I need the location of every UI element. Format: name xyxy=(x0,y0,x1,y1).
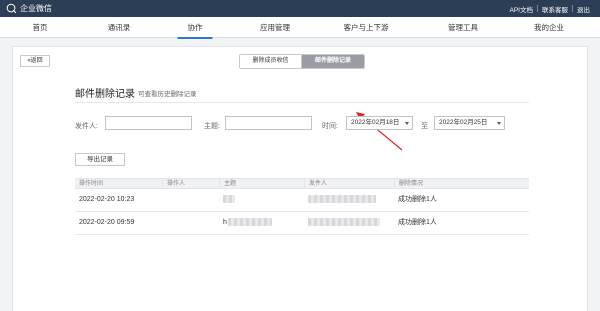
cell-time: 2022-02-20 09:59 xyxy=(79,219,135,226)
brand-name: 企业微信 xyxy=(20,4,52,13)
page-subtitle: 可查看历史删除记录 xyxy=(138,91,197,98)
subject-label: 主题: xyxy=(204,123,220,130)
column-header-sender: 发件人 xyxy=(304,179,394,189)
deletion-records-table: 操作时间 操作人 主题 发件人 删除情况 2022-02-20 10:23 成功… xyxy=(75,178,529,235)
redacted-subject xyxy=(227,218,272,227)
nav-item-contacts[interactable]: 通讯录 xyxy=(108,17,131,38)
content-card: «返回 删除成员收信 邮件删除记录 邮件删除记录 可查看历史删除记录 发件人: … xyxy=(12,46,588,311)
back-button[interactable]: «返回 xyxy=(20,55,50,67)
column-header-time: 操作时间 xyxy=(79,181,104,187)
nav-item-home[interactable]: 首页 xyxy=(33,17,48,38)
cell-status: 成功删除1人 xyxy=(398,219,437,226)
table-header: 操作时间 操作人 主题 发件人 删除情况 xyxy=(75,178,529,189)
api-docs-link[interactable]: API文档 xyxy=(506,4,537,14)
column-header-subject: 主题 xyxy=(219,179,304,189)
chevron-down-icon xyxy=(405,122,409,125)
sender-label: 发件人: xyxy=(75,123,98,130)
page-title: 邮件删除记录 xyxy=(75,89,135,100)
nav-item-collaboration[interactable]: 协作 xyxy=(177,17,213,39)
tab-mail-deletion-records[interactable]: 邮件删除记录 xyxy=(302,55,364,68)
time-label: 时间: xyxy=(322,123,338,130)
subject-input[interactable] xyxy=(225,116,312,130)
tab-delete-member-mail[interactable]: 删除成员收信 xyxy=(240,55,302,68)
logout-link[interactable]: 退出 xyxy=(573,4,594,14)
to-label: 至 xyxy=(421,123,428,130)
nav-item-app-management[interactable]: 应用管理 xyxy=(260,17,290,38)
start-date-select[interactable]: 2022年02月18日 xyxy=(346,116,413,130)
column-header-status: 删除情况 xyxy=(394,179,529,189)
sender-input[interactable] xyxy=(105,116,192,130)
subject-prefix: h xyxy=(223,219,227,226)
redacted-subject xyxy=(223,195,235,204)
top-bar: 企业微信 API文档 联系客服 退出 xyxy=(0,0,600,17)
main-nav: 首页 通讯录 协作 应用管理 客户与上下游 管理工具 我的企业 xyxy=(0,17,600,39)
brand[interactable]: 企业微信 xyxy=(6,2,52,15)
export-records-button[interactable]: 导出记录 xyxy=(75,153,125,166)
nav-item-my-company[interactable]: 我的企业 xyxy=(534,17,564,38)
redacted-sender xyxy=(308,195,376,204)
nav-item-admin-tools[interactable]: 管理工具 xyxy=(448,17,478,38)
cell-subject xyxy=(219,189,235,211)
column-header-operator: 操作人 xyxy=(162,179,219,189)
cell-subject: h xyxy=(219,212,272,234)
contact-support-link[interactable]: 联系客服 xyxy=(538,4,572,14)
wecom-logo-icon xyxy=(6,3,17,14)
cell-time: 2022-02-20 10:23 xyxy=(79,196,135,203)
table-row[interactable]: 2022-02-20 09:59 h 成功删除1人 xyxy=(75,212,529,235)
cell-status: 成功删除1人 xyxy=(398,196,437,203)
title-divider xyxy=(75,102,529,103)
end-date-value: 2022年02月25日 xyxy=(439,119,488,126)
chevron-down-icon xyxy=(497,122,501,125)
nav-item-customers[interactable]: 客户与上下游 xyxy=(344,17,389,38)
cell-sender xyxy=(304,212,380,234)
top-links: API文档 联系客服 退出 xyxy=(506,0,594,17)
table-row[interactable]: 2022-02-20 10:23 成功删除1人 xyxy=(75,189,529,212)
start-date-value: 2022年02月18日 xyxy=(351,119,400,126)
redacted-sender xyxy=(308,218,380,227)
end-date-select[interactable]: 2022年02月25日 xyxy=(434,116,505,130)
tab-switcher: 删除成员收信 邮件删除记录 xyxy=(239,54,365,69)
cell-sender xyxy=(304,189,376,211)
